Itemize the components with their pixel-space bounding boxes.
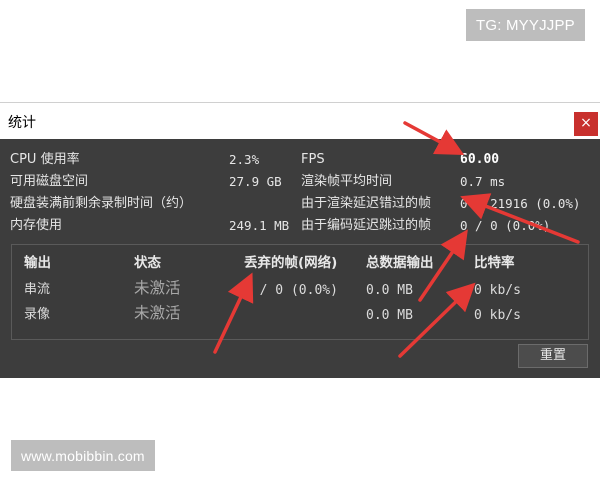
skipped-encode-label: 由于编码延迟跳过的帧: [301, 218, 432, 233]
reset-button[interactable]: 重置: [518, 344, 588, 368]
output-table: 输出 状态 丢弃的帧(网络) 总数据输出 比特率 串流 未激活 0 / 0 (0…: [11, 244, 589, 340]
stats-panel: CPU 使用率 2.3% 可用磁盘空间 27.9 GB 硬盘装满前剩余录制时间（…: [0, 139, 600, 378]
header-output: 输出: [24, 255, 51, 271]
header-dropped-frames: 丢弃的帧(网络): [244, 255, 338, 271]
row-total: 0.0 MB: [366, 308, 413, 323]
tg-watermark: TG: MYYJJPP: [466, 9, 585, 41]
memory-value: 249.1 MB: [229, 218, 290, 233]
disk-label: 可用磁盘空间: [10, 174, 89, 189]
row-name: 串流: [24, 282, 51, 297]
site-watermark: www.mobibbin.com: [11, 440, 155, 471]
cpu-label: CPU 使用率: [10, 152, 80, 167]
header-total-output: 总数据输出: [366, 255, 434, 271]
window-title: 统计: [8, 115, 36, 131]
row-dropped: 0 / 0 (0.0%): [244, 283, 338, 298]
stats-window: 统计 × CPU 使用率 2.3% 可用磁盘空间 27.9 GB 硬盘装满前剩余…: [0, 102, 600, 378]
row-total: 0.0 MB: [366, 283, 413, 298]
title-bar: 统计 ×: [0, 102, 600, 139]
close-icon: ×: [580, 115, 592, 131]
time-left-label: 硬盘装满前剩余录制时间（约）: [10, 196, 193, 211]
header-bitrate: 比特率: [474, 255, 515, 271]
row-name: 录像: [24, 307, 51, 322]
disk-value: 27.9 GB: [229, 174, 282, 189]
header-status: 状态: [134, 255, 161, 271]
missed-render-value: 0 / 21916 (0.0%): [460, 196, 581, 211]
memory-label: 内存使用: [10, 218, 63, 233]
row-bitrate: 0 kb/s: [474, 308, 521, 323]
fps-value: 60.00: [460, 152, 500, 167]
row-status: 未激活: [134, 279, 181, 297]
render-time-label: 渲染帧平均时间: [301, 174, 393, 189]
fps-label: FPS: [301, 152, 325, 167]
close-button[interactable]: ×: [574, 112, 598, 136]
render-time-value: 0.7 ms: [460, 174, 506, 189]
missed-render-label: 由于渲染延迟错过的帧: [301, 196, 432, 211]
cpu-value: 2.3%: [229, 152, 260, 167]
row-bitrate: 0 kb/s: [474, 283, 521, 298]
row-status: 未激活: [134, 304, 181, 322]
skipped-encode-value: 0 / 0 (0.0%): [460, 218, 551, 233]
